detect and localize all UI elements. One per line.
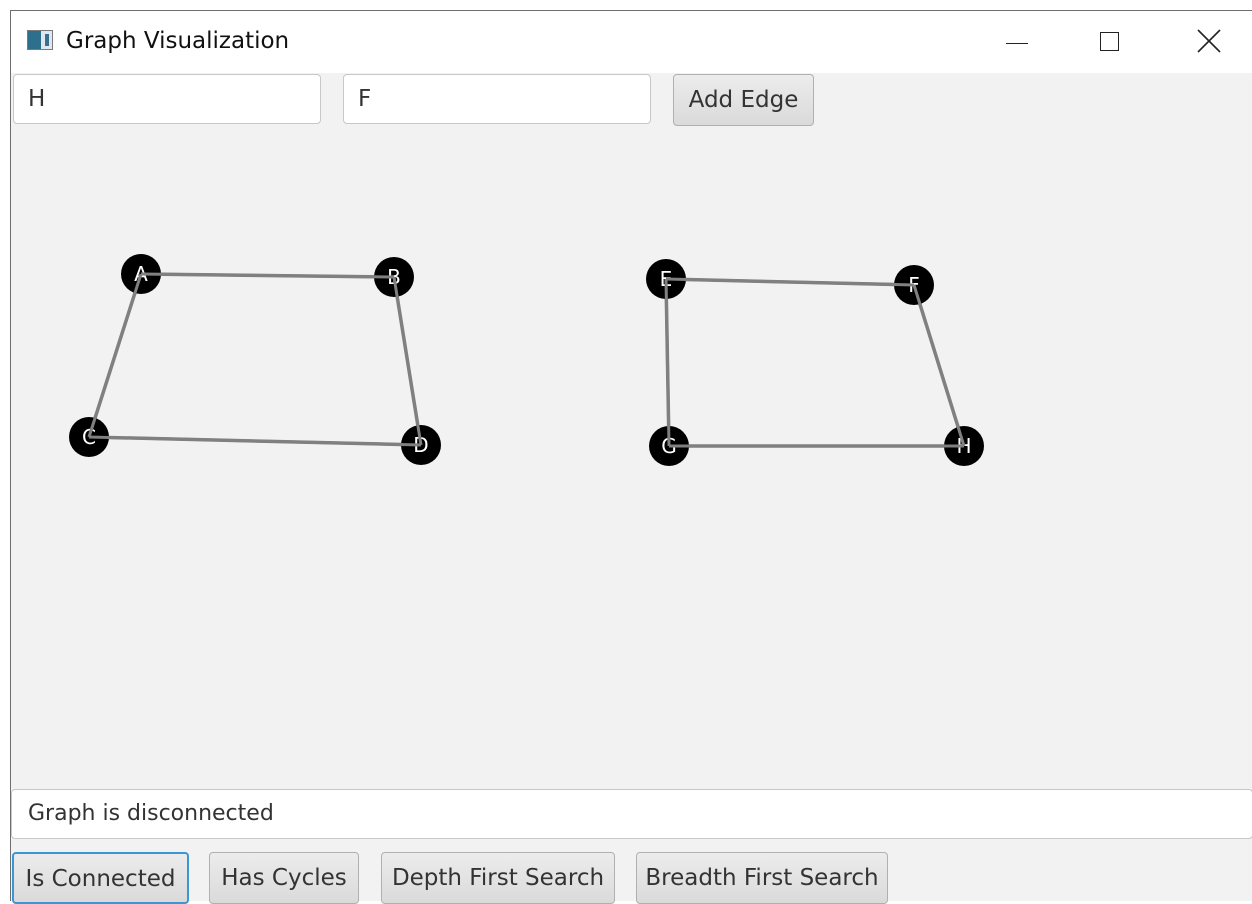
edge-overlay-C-D <box>88 435 422 447</box>
has-cycles-button[interactable]: Has Cycles <box>209 852 359 904</box>
edge-overlay-A-B <box>140 272 395 279</box>
edge-overlay-A-C <box>87 273 143 438</box>
edge-overlay-F-H <box>912 284 966 447</box>
graph-canvas[interactable]: ABCDEFGH <box>11 129 1252 789</box>
status-output[interactable]: Graph is disconnected <box>11 789 1252 839</box>
maximize-icon <box>1100 32 1119 51</box>
minimize-button[interactable] <box>971 11 1067 73</box>
app-window: Graph Visualization H F Add Edge ABCDEFG… <box>10 10 1252 904</box>
graph-drawing: ABCDEFGH <box>69 254 984 466</box>
edge-overlay-E-G <box>664 278 671 447</box>
is-connected-button[interactable]: Is Connected <box>12 852 189 904</box>
maximize-button[interactable] <box>1067 11 1163 73</box>
depth-first-search-button[interactable]: Depth First Search <box>381 852 615 904</box>
from-vertex-input[interactable]: H <box>13 74 321 124</box>
close-icon <box>1197 29 1221 53</box>
title-bar[interactable]: Graph Visualization <box>11 11 1252 73</box>
breadth-first-search-button[interactable]: Breadth First Search <box>636 852 888 904</box>
add-edge-button[interactable]: Add Edge <box>673 74 814 126</box>
to-vertex-input[interactable]: F <box>343 74 651 124</box>
minimize-icon <box>1006 43 1028 44</box>
close-button[interactable] <box>1157 11 1252 73</box>
app-icon <box>27 30 53 50</box>
window-title: Graph Visualization <box>66 28 290 54</box>
edge-overlay-E-F <box>665 277 915 287</box>
edge-overlay-B-D <box>392 276 423 446</box>
